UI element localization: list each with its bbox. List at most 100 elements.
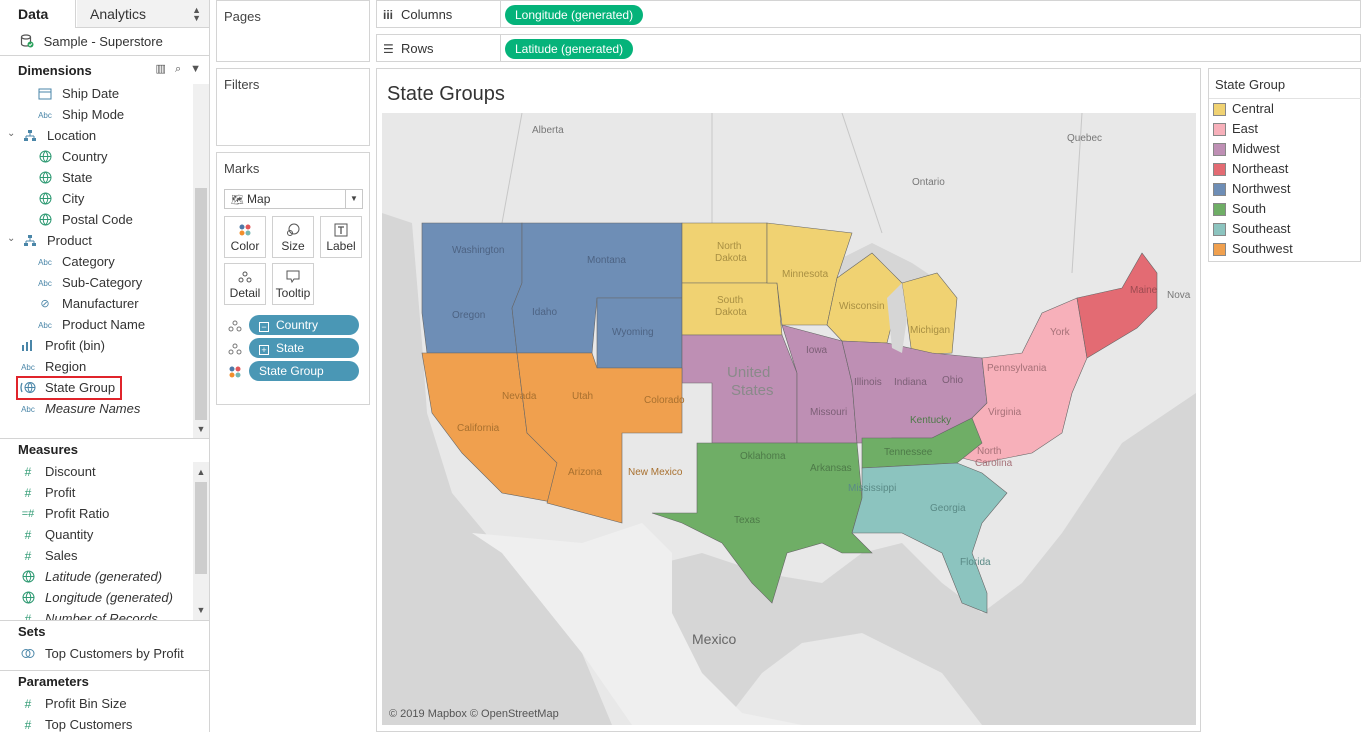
map-label-wyoming: Wyoming — [612, 327, 654, 338]
chevron-down-icon[interactable]: ▼ — [190, 63, 201, 75]
field-top-customers[interactable]: # Top Customers — [20, 715, 193, 732]
field-sales[interactable]: # Sales — [20, 546, 193, 567]
longitude-pill[interactable]: Longitude (generated) — [505, 5, 644, 25]
field-latitude-generated[interactable]: Latitude (generated) — [20, 567, 193, 588]
color-dots-icon — [228, 365, 242, 379]
field-quantity[interactable]: # Quantity — [20, 525, 193, 546]
field-ship-date[interactable]: Ship Date — [37, 84, 193, 105]
field-state[interactable]: State — [37, 168, 193, 189]
map-label-mississippi: Mississippi — [848, 483, 896, 494]
field-profit-ratio[interactable]: =# Profit Ratio — [20, 504, 193, 525]
map-label-ontario: Ontario — [912, 177, 945, 188]
tab-data[interactable]: Data — [0, 0, 76, 28]
pages-card[interactable]: Pages — [216, 0, 370, 62]
color-button[interactable]: Color — [224, 216, 266, 258]
search-icon[interactable]: ⌕ — [175, 63, 181, 76]
field-sub-category[interactable]: Abc Sub-Category — [37, 273, 193, 294]
field-profit-bin[interactable]: Profit (bin) — [20, 336, 193, 357]
country-pill[interactable]: − Country — [249, 315, 359, 335]
field-label: Sub-Category — [62, 275, 143, 290]
latitude-pill[interactable]: Latitude (generated) — [505, 39, 634, 59]
field-product-name[interactable]: Abc Product Name — [37, 315, 193, 336]
size-icon — [273, 217, 313, 239]
map-canvas[interactable]: Alberta Quebec Ontario Nova Washington M… — [382, 113, 1196, 725]
field-label: Manufacturer — [62, 296, 139, 311]
region-northwest-wa-or-id[interactable] — [421, 222, 523, 354]
field-ship-mode[interactable]: Abc Ship Mode — [37, 105, 193, 126]
collapse-icon[interactable]: − — [259, 322, 269, 332]
field-label: Profit Bin Size — [45, 696, 127, 711]
dimensions-tools: ▥ ⌕ ▼ — [147, 62, 201, 76]
state-pill[interactable]: + State — [249, 338, 359, 358]
field-country[interactable]: Country — [37, 147, 193, 168]
color-button-label: Color — [230, 239, 260, 253]
filters-card[interactable]: Filters — [216, 68, 370, 146]
field-manufacturer[interactable]: ⊘ Manufacturer — [37, 294, 193, 315]
chevron-down-icon[interactable]: ▼ — [345, 190, 362, 208]
dimensions-scroll-thumb[interactable] — [195, 188, 207, 420]
field-region[interactable]: Abc Region — [20, 357, 193, 378]
mark-type-select[interactable]: 🗺 Map ▼ — [224, 189, 363, 209]
map-label-minnesota: Minnesota — [782, 269, 829, 280]
label-button[interactable]: Label — [320, 216, 362, 258]
view-cards-icon[interactable]: ▥ — [156, 62, 166, 75]
map-label-georgia: Georgia — [930, 503, 966, 514]
measures-header: Measures — [0, 439, 209, 461]
field-label: Longitude (generated) — [45, 590, 173, 605]
measures-scroll-thumb[interactable] — [195, 482, 207, 574]
dimensions-scrollbar[interactable]: ▼ — [193, 84, 209, 438]
field-label: Ship Date — [62, 86, 120, 101]
field-postal-code[interactable]: Postal Code — [37, 210, 193, 231]
map-svg: Alberta Quebec Ontario Nova Washington M… — [382, 113, 1196, 725]
globe-icon — [37, 150, 53, 164]
map-label-virginia: Virginia — [988, 407, 1022, 418]
size-button[interactable]: Size — [272, 216, 314, 258]
field-label: Quantity — [45, 527, 94, 542]
field-profit-bin-size[interactable]: # Profit Bin Size — [20, 694, 193, 715]
datasource-item[interactable]: Sample - Superstore — [0, 29, 209, 56]
scroll-down-icon[interactable]: ▼ — [193, 422, 209, 436]
field-longitude-generated[interactable]: Longitude (generated) — [20, 588, 193, 609]
legend-label: South — [1232, 201, 1266, 216]
field-number-of-records[interactable]: # Number of Records — [20, 609, 193, 620]
tooltip-button[interactable]: Tooltip — [272, 263, 314, 305]
columns-shelf[interactable]: iii Columns Longitude (generated) — [376, 0, 1361, 28]
map-label-south-dakota-2: Dakota — [715, 307, 747, 318]
legend-label: Northeast — [1232, 161, 1289, 176]
field-city[interactable]: City — [37, 189, 193, 210]
tab-analytics[interactable]: Analytics ▲ ▼ — [77, 0, 209, 27]
measures-scrollbar[interactable]: ▲ ▼ — [193, 462, 209, 620]
tab-scroll-arrows-icon[interactable]: ▲ ▼ — [192, 6, 201, 23]
map-label-north-dakota-2: Dakota — [715, 253, 747, 264]
map-attribution[interactable]: © 2019 Mapbox © OpenStreetMap — [389, 708, 559, 720]
field-discount[interactable]: # Discount — [20, 462, 193, 483]
field-location[interactable]: ⌄ Location — [7, 126, 193, 147]
legend-swatch — [1213, 243, 1226, 256]
expand-icon[interactable]: + — [259, 345, 269, 355]
field-top-customers-by-profit[interactable]: Top Customers by Profit — [20, 644, 193, 665]
number-icon: # — [24, 486, 32, 500]
chevron-down-icon[interactable]: ⌄ — [7, 233, 15, 244]
field-label: Postal Code — [62, 212, 133, 227]
chevron-down-icon[interactable]: ⌄ — [7, 128, 15, 139]
field-label: Discount — [45, 464, 96, 479]
map-label-tennessee: Tennessee — [884, 447, 933, 458]
state-group-pill[interactable]: State Group — [249, 361, 359, 381]
scroll-down-icon[interactable]: ▼ — [193, 603, 209, 617]
map-label-united: United — [727, 364, 770, 381]
globe-icon — [37, 192, 53, 206]
pane-tabs: Data Analytics ▲ ▼ — [0, 0, 209, 28]
field-label: Product — [47, 233, 92, 248]
field-product[interactable]: ⌄ Product — [7, 231, 193, 252]
legend-swatch — [1213, 123, 1226, 136]
legend-title: State Group — [1215, 77, 1286, 92]
datasource-icon — [20, 34, 34, 48]
field-measure-names[interactable]: Abc Measure Names — [20, 399, 193, 420]
field-category[interactable]: Abc Category — [37, 252, 193, 273]
scroll-up-icon[interactable]: ▲ — [193, 465, 209, 479]
field-label: State — [62, 170, 93, 185]
rows-shelf[interactable]: ☰ Rows Latitude (generated) — [376, 34, 1361, 62]
detail-button[interactable]: Detail — [224, 263, 266, 305]
field-profit[interactable]: # Profit — [20, 483, 193, 504]
map-label-quebec: Quebec — [1067, 133, 1102, 144]
